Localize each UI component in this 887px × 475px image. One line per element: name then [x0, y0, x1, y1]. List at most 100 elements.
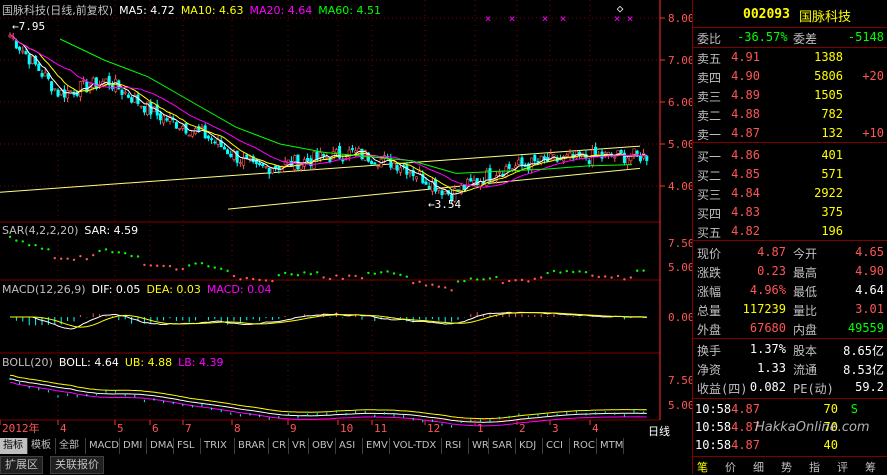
panel-tab[interactable]: 筹 — [865, 459, 876, 475]
indicator-tab[interactable]: CR — [269, 438, 289, 454]
indicator-tab[interactable]: TRIX — [201, 438, 235, 454]
indicator-tab[interactable]: MACD — [86, 438, 120, 454]
candle-body — [104, 78, 108, 85]
stat-row[interactable]: 涨幅 4.96% 最低 4.64 — [693, 281, 887, 300]
indicator-tab[interactable]: VR — [289, 438, 309, 454]
stat-row[interactable]: 外盘 67680 内盘 49559 — [693, 319, 887, 338]
sar-dot — [239, 278, 242, 281]
indicator-tab[interactable]: BRAR — [235, 438, 269, 454]
sar-dot — [264, 279, 268, 282]
bid-row[interactable]: 买一 4.86 401 — [693, 146, 887, 165]
signal-marker: × — [542, 12, 549, 25]
bid-row[interactable]: 买二 4.85 571 — [693, 165, 887, 184]
indicator-tab[interactable]: MTM — [597, 438, 624, 454]
indicator-tab[interactable]: FSL — [174, 438, 201, 454]
tick-row[interactable]: 10:58 4.87 40 — [693, 436, 887, 455]
extension-tab[interactable]: 关联报价 — [50, 456, 104, 474]
indicator-tab[interactable]: 模板 — [28, 438, 56, 454]
candle-body — [267, 167, 271, 175]
sar-dot — [450, 289, 453, 292]
stat-value: 4.96% — [749, 283, 786, 297]
sar-dot — [111, 251, 114, 254]
sar-dot — [85, 257, 89, 261]
sar-dot — [348, 274, 351, 277]
sar-dot — [399, 273, 402, 277]
panel-tab[interactable]: 价 — [725, 459, 736, 475]
panel-tab[interactable]: 笔 — [697, 459, 708, 475]
indicator-tab[interactable]: RSI — [442, 438, 469, 454]
sar-dot — [565, 269, 568, 273]
ask-row[interactable]: 卖四 4.90 5806 +20 — [693, 67, 887, 86]
indicator-tab[interactable]: 全部 — [56, 438, 86, 454]
sar-dot — [418, 280, 421, 284]
sar-dot — [520, 278, 524, 282]
fundamental-row[interactable]: 净资 1.33 流通 8.53亿 — [693, 359, 887, 378]
quote-panel: 002093 国脉科技 委比 -36.57% 委差 -5148 卖五 4.91 13… — [692, 0, 887, 474]
sar-dot — [412, 281, 415, 285]
indicator-tab[interactable]: EMV — [363, 438, 390, 454]
ask-row[interactable]: 卖二 4.88 782 — [693, 105, 887, 124]
stat-label: 最高 — [793, 266, 818, 280]
stock-name: 国脉科技 — [799, 10, 852, 25]
indicator-tab[interactable]: WR — [469, 438, 489, 454]
bid-row[interactable]: 买四 4.83 375 — [693, 203, 887, 222]
bid-row[interactable]: 买三 4.84 2922 — [693, 184, 887, 203]
tick-row[interactable]: 10:58 4.87 70 S — [693, 400, 887, 419]
fundamental-row[interactable]: 收益(四) 0.082 PE(动) 59.2 — [693, 378, 887, 397]
ask-row[interactable]: 卖五 4.91 1388 — [693, 48, 887, 67]
ask-row[interactable]: 卖一 4.87 132 +10 — [693, 124, 887, 143]
boll-axis-label: 7.50 — [668, 374, 692, 387]
panel-tab[interactable]: 细 — [753, 459, 764, 475]
indicator-tab[interactable]: VOL-TDX — [390, 438, 442, 454]
stat-row[interactable]: 涨跌 0.23 最高 4.90 — [693, 262, 887, 281]
candle-body — [206, 135, 210, 139]
indicator-tab[interactable]: SAR — [489, 438, 516, 454]
bid-row[interactable]: 买五 4.82 196 — [693, 222, 887, 241]
sar-dot — [143, 263, 146, 267]
indicator-tab[interactable]: ASI — [336, 438, 363, 454]
date-axis-label: 4 — [592, 422, 599, 435]
macd-value: MACD: 0.04 — [206, 283, 272, 296]
kline-chart[interactable]: × × × × × ×◇ 8.007.006.005.004.007.505.000.00… — [0, 0, 692, 437]
indicator-tab[interactable]: OBV — [309, 438, 336, 454]
candle-body — [264, 166, 268, 168]
panel-tab[interactable]: 势 — [781, 459, 792, 475]
stat-row[interactable]: 现价 4.87 今开 4.65 — [693, 243, 887, 262]
ma20-value: MA20: 4.64 — [249, 4, 313, 17]
tick-volume: 40 — [823, 438, 838, 452]
boll-legend: BOLL(20) BOLL: 4.64 UB: 4.88 LB: 4.39 — [2, 356, 230, 369]
candle-body — [626, 157, 630, 166]
sar-dot — [495, 275, 498, 279]
indicator-tab[interactable]: 指标 — [0, 438, 28, 454]
weibi-row: 委比 -36.57% 委差 -5148 — [693, 28, 887, 47]
boll-title: BOLL(20) — [2, 356, 53, 369]
sar-dot — [117, 251, 121, 254]
indicator-tab[interactable]: ROC — [570, 438, 597, 454]
extension-tab[interactable]: 扩展区 — [0, 456, 43, 474]
sar-dot — [597, 275, 600, 279]
stat-label: 总量 — [697, 304, 722, 318]
indicator-tab[interactable]: DMA — [147, 438, 174, 454]
sar-dot — [482, 278, 485, 281]
sar-dot — [386, 270, 389, 273]
panel-tab[interactable]: 评 — [837, 459, 848, 475]
sar-dot — [226, 269, 229, 273]
sar-dot — [156, 264, 159, 267]
stat-row[interactable]: 总量 117239 量比 3.01 — [693, 300, 887, 319]
date-axis-label: 10 — [340, 422, 353, 435]
signal-marker: × — [485, 12, 492, 25]
indicator-tab[interactable]: DMI — [120, 438, 147, 454]
ask-row[interactable]: 卖三 4.89 1505 — [693, 86, 887, 105]
sar-dot — [501, 281, 504, 285]
ask-volume: 1388 — [814, 50, 843, 64]
indicator-tab[interactable]: CCI — [543, 438, 570, 454]
candle-body — [645, 155, 649, 161]
candle-body — [408, 171, 412, 174]
sar-dot — [136, 255, 140, 258]
price-axis-label: 7.00 — [668, 54, 692, 67]
signal-marker: × — [509, 12, 516, 25]
indicator-tab[interactable]: KDJ — [516, 438, 543, 454]
panel-tab[interactable]: 指 — [809, 459, 820, 475]
fundamental-row[interactable]: 换手 1.37% 股本 8.65亿 — [693, 340, 887, 359]
kline-chart-area[interactable]: × × × × × × ◇ 8.00 7.00 6.00 5.00 4.00 7.50 5.00 0.00… — [0, 0, 692, 438]
